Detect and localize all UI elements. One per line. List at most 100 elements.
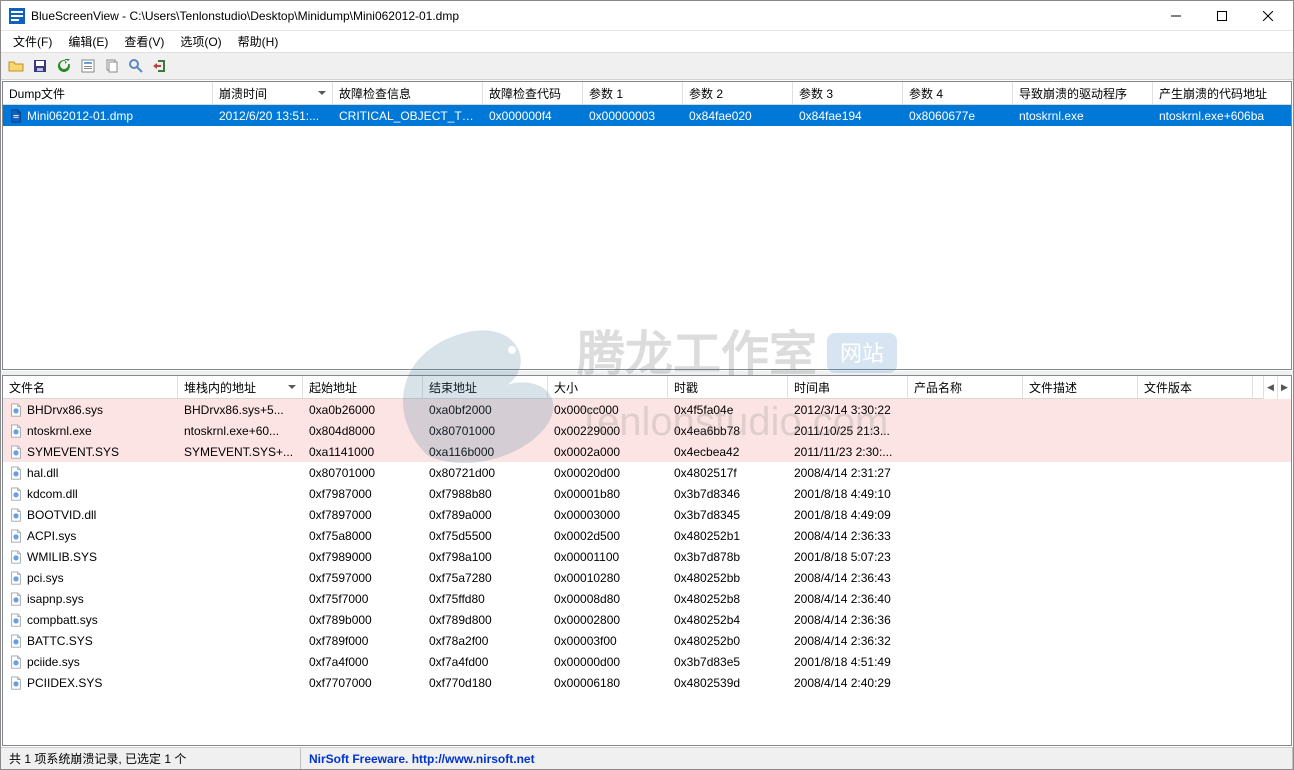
column-header[interactable]: Dump文件 [3, 82, 213, 104]
table-cell: ntoskrnl.exe [3, 422, 178, 440]
table-cell: 0x480252b4 [668, 611, 788, 629]
column-header[interactable]: 故障检查代码 [483, 82, 583, 104]
menubar: 文件(F) 编辑(E) 查看(V) 选项(O) 帮助(H) [1, 31, 1293, 52]
table-cell: 0x4ea6bb78 [668, 422, 788, 440]
column-header[interactable]: 崩溃时间 [213, 82, 333, 104]
table-cell [1023, 639, 1138, 643]
table-cell: 0xf7597000 [303, 569, 423, 587]
table-row[interactable]: compbatt.sys0xf789b0000xf789d8000x000028… [3, 609, 1291, 630]
column-header[interactable]: 文件描述 [1023, 376, 1138, 398]
column-header[interactable]: 产生崩溃的代码地址 [1153, 82, 1291, 104]
table-cell: 2012/3/14 3:30:22 [788, 401, 908, 419]
table-cell: 0xa116b000 [423, 443, 548, 461]
table-row[interactable]: isapnp.sys0xf75f70000xf75ffd800x00008d80… [3, 588, 1291, 609]
menu-file[interactable]: 文件(F) [5, 31, 60, 52]
table-cell [1023, 660, 1138, 664]
column-header[interactable]: 大小 [548, 376, 668, 398]
column-header[interactable]: 时戳 [668, 376, 788, 398]
column-header[interactable]: 堆栈内的地址 [178, 376, 303, 398]
table-cell: pciide.sys [3, 653, 178, 671]
table-cell: BHDrvx86.sys+5... [178, 401, 303, 419]
table-row[interactable]: WMILIB.SYS0xf79890000xf798a1000x00001100… [3, 546, 1291, 567]
table-cell: 0x4ecbea42 [668, 443, 788, 461]
table-cell [908, 534, 1023, 538]
column-header[interactable]: 参数 1 [583, 82, 683, 104]
dump-listview[interactable]: Dump文件崩溃时间故障检查信息故障检查代码参数 1参数 2参数 3参数 4导致… [3, 82, 1291, 369]
window-title: BlueScreenView - C:\Users\Tenlonstudio\D… [31, 9, 1153, 23]
column-header[interactable]: 文件版本 [1138, 376, 1253, 398]
status-link[interactable]: NirSoft Freeware. http://www.nirsoft.net [301, 748, 1293, 769]
table-cell: 2008/4/14 2:36:43 [788, 569, 908, 587]
table-cell: 0x00002800 [548, 611, 668, 629]
table-cell [1023, 555, 1138, 559]
column-header[interactable]: 故障检查信息 [333, 82, 483, 104]
table-cell: 0xf789b000 [303, 611, 423, 629]
save-button[interactable] [29, 55, 51, 77]
table-cell: BATTC.SYS [3, 632, 178, 650]
column-header[interactable]: 结束地址 [423, 376, 548, 398]
column-header[interactable]: 参数 4 [903, 82, 1013, 104]
dump-list-header: Dump文件崩溃时间故障检查信息故障检查代码参数 1参数 2参数 3参数 4导致… [3, 82, 1291, 105]
statusbar: 共 1 项系统崩溃记录, 已选定 1 个 NirSoft Freeware. h… [1, 747, 1293, 769]
column-header[interactable]: 时间串 [788, 376, 908, 398]
table-cell: 0x00006180 [548, 674, 668, 692]
table-cell: WMILIB.SYS [3, 548, 178, 566]
driver-file-icon [9, 571, 23, 585]
table-cell: 0x4802517f [668, 464, 788, 482]
scroll-left-icon[interactable]: ◀ [1263, 376, 1277, 399]
header-scroll-arrows: ◀ ▶ [1263, 376, 1291, 399]
maximize-button[interactable] [1199, 1, 1245, 31]
table-cell [908, 576, 1023, 580]
table-cell: ntoskrnl.exe [1013, 107, 1153, 125]
exit-button[interactable] [149, 55, 171, 77]
refresh-button[interactable] [53, 55, 75, 77]
properties-button[interactable] [77, 55, 99, 77]
find-button[interactable] [125, 55, 147, 77]
minimize-button[interactable] [1153, 1, 1199, 31]
column-header[interactable]: 导致崩溃的驱动程序 [1013, 82, 1153, 104]
table-cell: 0xa0b26000 [303, 401, 423, 419]
table-cell: compbatt.sys [3, 611, 178, 629]
table-cell: 0x0002d500 [548, 527, 668, 545]
table-row[interactable]: pci.sys0xf75970000xf75a72800x000102800x4… [3, 567, 1291, 588]
table-cell: 0x00001100 [548, 548, 668, 566]
driver-file-icon [9, 445, 23, 459]
menu-options[interactable]: 选项(O) [172, 31, 229, 52]
table-row[interactable]: pciide.sys0xf7a4f0000xf7a4fd000x00000d00… [3, 651, 1291, 672]
column-header[interactable]: 产品名称 [908, 376, 1023, 398]
menu-edit[interactable]: 编辑(E) [60, 31, 116, 52]
table-cell: 0x480252b8 [668, 590, 788, 608]
menu-view[interactable]: 查看(V) [116, 31, 172, 52]
table-cell [1138, 618, 1253, 622]
table-cell: 0xf7a4f000 [303, 653, 423, 671]
open-folder-button[interactable] [5, 55, 27, 77]
table-row[interactable]: BHDrvx86.sysBHDrvx86.sys+5...0xa0b260000… [3, 399, 1291, 420]
scroll-right-icon[interactable]: ▶ [1277, 376, 1291, 399]
table-cell: isapnp.sys [3, 590, 178, 608]
table-row[interactable]: ntoskrnl.exentoskrnl.exe+60...0x804d8000… [3, 420, 1291, 441]
table-cell [1138, 492, 1253, 496]
table-row[interactable]: SYMEVENT.SYSSYMEVENT.SYS+...0xa11410000x… [3, 441, 1291, 462]
table-row[interactable]: hal.dll0x807010000x80721d000x00020d000x4… [3, 462, 1291, 483]
copy-button[interactable] [101, 55, 123, 77]
table-cell [1023, 618, 1138, 622]
table-row[interactable]: BATTC.SYS0xf789f0000xf78a2f000x00003f000… [3, 630, 1291, 651]
table-row[interactable]: kdcom.dll0xf79870000xf7988b800x00001b800… [3, 483, 1291, 504]
column-header[interactable]: 文件名 [3, 376, 178, 398]
menu-help[interactable]: 帮助(H) [230, 31, 287, 52]
table-cell [178, 513, 303, 517]
table-cell: 0x8060677e [903, 107, 1013, 125]
table-row[interactable]: Mini062012-01.dmp2012/6/20 13:51:...CRIT… [3, 105, 1291, 126]
table-row[interactable]: BOOTVID.dll0xf78970000xf789a0000x0000300… [3, 504, 1291, 525]
column-header[interactable]: 参数 2 [683, 82, 793, 104]
table-row[interactable]: ACPI.sys0xf75a80000xf75d55000x0002d5000x… [3, 525, 1291, 546]
column-header[interactable]: 参数 3 [793, 82, 903, 104]
driver-file-icon [9, 403, 23, 417]
driver-listview[interactable]: ◀ ▶ 文件名堆栈内的地址起始地址结束地址大小时戳时间串产品名称文件描述文件版本… [3, 376, 1291, 745]
driver-list-pane: ◀ ▶ 文件名堆栈内的地址起始地址结束地址大小时戳时间串产品名称文件描述文件版本… [2, 375, 1292, 746]
table-cell: 0xf75a7280 [423, 569, 548, 587]
table-row[interactable]: PCIIDEX.SYS0xf77070000xf770d1800x0000618… [3, 672, 1291, 693]
close-button[interactable] [1245, 1, 1291, 31]
column-header[interactable]: 起始地址 [303, 376, 423, 398]
table-cell: 0xf7707000 [303, 674, 423, 692]
